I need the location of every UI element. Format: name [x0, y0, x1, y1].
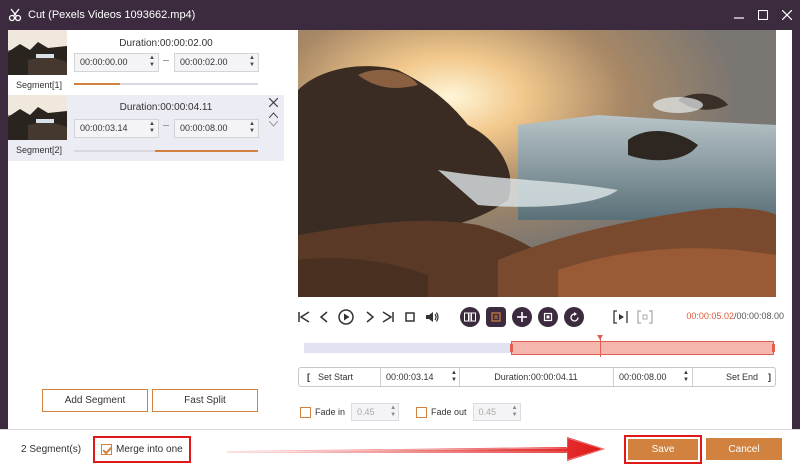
segment-label: Segment[1]: [16, 80, 63, 90]
playhead[interactable]: [597, 335, 604, 357]
timeline-selection[interactable]: [509, 341, 776, 355]
set-range-bar: [Set Start 00:00:03.14 ▲ ▼ Duration:00:00…: [298, 367, 776, 387]
delete-segment-icon[interactable]: [266, 97, 280, 109]
maximize-icon[interactable]: [752, 0, 774, 30]
save-button[interactable]: Save: [628, 439, 698, 460]
merge-label: Merge into one: [116, 444, 183, 455]
segment-progress: [74, 150, 258, 152]
set-start-button[interactable]: [Set Start: [307, 368, 379, 386]
video-preview: [298, 30, 776, 297]
reset-icon[interactable]: [564, 307, 584, 327]
skip-start-icon[interactable]: [296, 305, 312, 329]
spinner-icon[interactable]: ▲ ▼: [149, 55, 155, 69]
range-dash: [163, 60, 169, 61]
segment-thumbnail: [8, 95, 67, 140]
scissors-icon: [8, 8, 22, 22]
spinner-icon[interactable]: ▲ ▼: [249, 55, 255, 69]
cancel-button[interactable]: Cancel: [706, 438, 782, 460]
add-icon[interactable]: [512, 307, 532, 327]
close-icon[interactable]: [776, 0, 798, 30]
segment-end-field[interactable]: 00:00:02.00 ▲ ▼: [174, 53, 259, 72]
stop-icon[interactable]: [402, 305, 418, 329]
split-icon[interactable]: [460, 307, 480, 327]
segment-duration: Duration:00:00:04.11: [119, 102, 213, 113]
segment-panel: Segment[1] Duration:00:00:02.00 00:00:00…: [8, 30, 284, 429]
segment-count: 2 Segment(s): [21, 444, 82, 455]
fade-in-checkbox[interactable]: [300, 406, 311, 418]
fade-out-value[interactable]: 0.45 ▲ ▼: [472, 403, 521, 421]
segment-end-field[interactable]: 00:00:08.00 ▲ ▼: [174, 119, 259, 138]
fade-out-checkbox[interactable]: [416, 406, 427, 418]
volume-icon[interactable]: [424, 305, 440, 329]
segment-progress: [74, 83, 258, 85]
fade-in-value[interactable]: 0.45 ▲ ▼: [351, 403, 400, 421]
title-bar: Cut (Pexels Videos 1093662.mp4): [0, 0, 800, 30]
arrow-annotation-icon: [227, 437, 605, 461]
bracket-left-icon: [: [307, 372, 310, 382]
next-frame-icon[interactable]: [362, 305, 378, 329]
segment-start-field[interactable]: 00:00:03.14 ▲ ▼: [74, 119, 159, 138]
bracket-right-icon: ]: [768, 372, 771, 382]
fade-out-label: Fade out: [431, 407, 467, 417]
range-dash: [163, 125, 169, 126]
prev-frame-icon[interactable]: [316, 305, 332, 329]
bottom-bar: 2 Segment(s) Merge into one Save Cancel: [0, 429, 800, 474]
segment-thumbnail: [8, 30, 67, 75]
spinner-icon[interactable]: ▲ ▼: [390, 405, 396, 419]
add-segment-button[interactable]: Add Segment: [42, 389, 148, 412]
spinner-icon[interactable]: ▲ ▼: [679, 368, 689, 386]
merge-into-one-option[interactable]: Merge into one: [93, 436, 191, 463]
segment-label: Segment[2]: [16, 145, 63, 155]
divider: [613, 368, 614, 386]
fade-out-control: Fade out 0.45 ▲ ▼: [416, 403, 521, 421]
minimize-icon[interactable]: [728, 0, 750, 30]
move-down-icon[interactable]: [266, 119, 280, 129]
segment-progress-fill: [74, 83, 120, 85]
timeline-track[interactable]: [304, 335, 776, 357]
segment-progress-fill: [154, 150, 258, 152]
segment-row[interactable]: Segment[1] Duration:00:00:02.00 00:00:00…: [8, 30, 284, 94]
window-title: Cut (Pexels Videos 1093662.mp4): [28, 9, 196, 21]
segment-start-field[interactable]: 00:00:00.00 ▲ ▼: [74, 53, 159, 72]
save-highlight: Save: [624, 435, 702, 464]
time-readout: 00:00:05.02/00:00:08.00: [686, 311, 784, 321]
total-time: /00:00:08.00: [733, 311, 784, 321]
segment-duration: Duration:00:00:02.00: [119, 38, 213, 49]
player-controls: 00:00:05.02/00:00:08.00: [284, 305, 792, 329]
fast-split-button[interactable]: Fast Split: [152, 389, 258, 412]
merge-checkbox[interactable]: [101, 444, 112, 455]
copy-icon[interactable]: [486, 307, 506, 327]
mark-out-icon[interactable]: [636, 305, 654, 329]
spinner-icon[interactable]: ▲ ▼: [512, 405, 518, 419]
play-icon[interactable]: [336, 305, 356, 329]
crop-icon[interactable]: [538, 307, 558, 327]
current-time: 00:00:05.02: [686, 311, 734, 321]
spinner-icon[interactable]: ▲ ▼: [447, 368, 457, 386]
segment-row[interactable]: Segment[2] Duration:00:00:04.11 00:00:03…: [8, 95, 284, 161]
fade-in-control: Fade in 0.45 ▲ ▼: [300, 403, 400, 421]
fade-in-label: Fade in: [315, 407, 346, 417]
preview-panel: 00:00:05.02/00:00:08.00 [Set Start 00:00…: [284, 30, 792, 429]
spinner-icon[interactable]: ▲ ▼: [149, 121, 155, 135]
set-end-button[interactable]: Set End]: [699, 368, 771, 386]
divider: [380, 368, 381, 386]
range-start-field[interactable]: 00:00:03.14: [386, 368, 456, 386]
divider: [692, 368, 693, 386]
range-duration: Duration:00:00:04.11: [494, 372, 578, 382]
spinner-icon[interactable]: ▲ ▼: [249, 121, 255, 135]
skip-end-icon[interactable]: [380, 305, 396, 329]
mark-in-icon[interactable]: [612, 305, 630, 329]
